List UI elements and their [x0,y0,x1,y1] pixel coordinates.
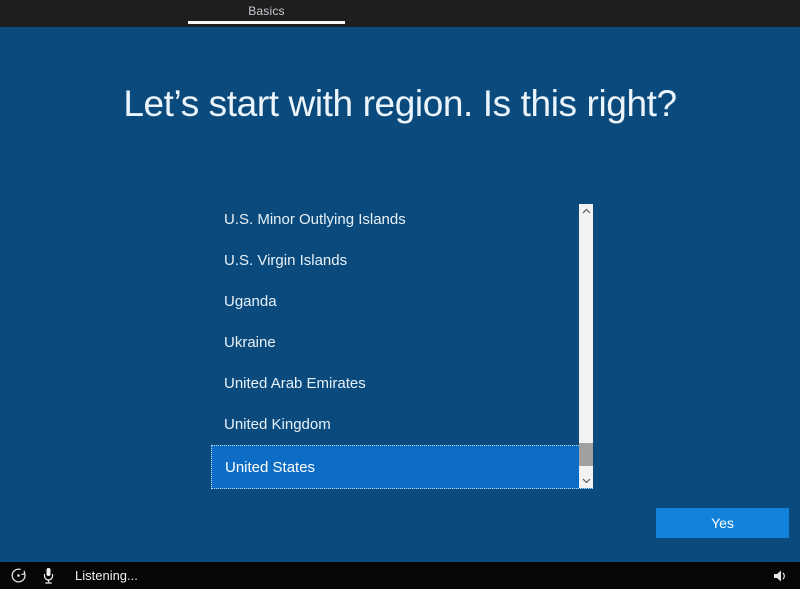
list-item[interactable]: Ukraine [211,322,593,363]
chevron-up-icon[interactable] [579,204,593,218]
region-list-rows: U.S. Minor Outlying Islands U.S. Virgin I… [211,199,593,489]
ease-of-access-icon[interactable] [10,567,27,584]
scrollbar-thumb[interactable] [579,443,593,466]
list-item-label: U.S. Minor Outlying Islands [224,211,406,228]
tab-basics-underline [188,21,345,24]
top-bar: Basics [0,0,800,27]
region-list[interactable]: U.S. Minor Outlying Islands U.S. Virgin I… [211,199,593,490]
list-item[interactable]: U.S. Virgin Islands [211,240,593,281]
list-item-label: United States [225,459,315,476]
list-item-label: Ukraine [224,334,276,351]
list-item-label: Uganda [224,293,277,310]
list-item-label: United Kingdom [224,416,331,433]
list-item-label: U.S. Virgin Islands [224,252,347,269]
list-item[interactable]: U.S. Minor Outlying Islands [211,199,593,240]
tab-basics: Basics [188,0,345,27]
oobe-region-screen: Basics Let’s start with region. Is this … [0,0,800,589]
footer-bar: Listening... [0,562,800,589]
microphone-icon[interactable] [42,567,55,585]
page-title: Let’s start with region. Is this right? [0,83,800,125]
list-item[interactable]: United Kingdom [211,404,593,445]
listening-status: Listening... [75,568,138,583]
list-item[interactable]: United States [211,445,593,489]
scrollbar[interactable] [579,204,593,488]
list-item[interactable]: Uganda [211,281,593,322]
list-item[interactable]: United Arab Emirates [211,363,593,404]
yes-button[interactable]: Yes [656,508,789,538]
tab-basics-label: Basics [188,4,345,18]
list-item-label: United Arab Emirates [224,375,366,392]
chevron-down-icon[interactable] [579,474,593,488]
volume-icon[interactable] [772,569,788,583]
